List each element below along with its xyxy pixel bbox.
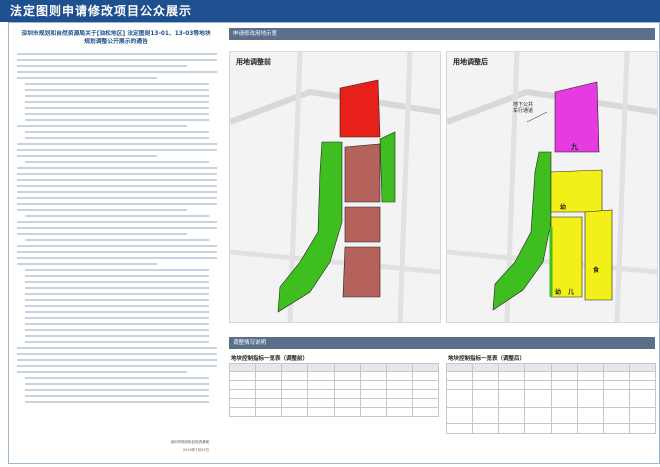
notice-body	[17, 53, 217, 407]
parcel-label-a: 九	[571, 143, 578, 151]
table-before	[228, 363, 440, 417]
notice-board: 深圳市规划和自然资源局关于[油松地区] 法定图则13-01、13-03等地块 规…	[8, 22, 660, 464]
parcel-label-d: 儿	[568, 289, 575, 296]
map-section-header: 申请修改用地示意	[229, 28, 655, 40]
notice-title-line-2: 规划调整公开展示的通告	[84, 39, 148, 45]
underground-passage-callout: 地下公共 车行通道	[513, 102, 533, 114]
notice-signature: 深圳市规划和自然资源局	[170, 440, 210, 444]
page-title: 法定图则申请修改项目公众展示	[10, 4, 193, 18]
parcel-commercial-2	[344, 206, 381, 243]
parcel-green-strip	[379, 131, 396, 203]
parcel-yellow-2	[550, 216, 583, 298]
parcel-yellow-3	[584, 209, 613, 301]
map-before: 用地调整前	[229, 51, 441, 323]
notice-title: 深圳市规划和自然资源局关于[油松地区] 法定图则13-01、13-03等地块 规…	[15, 30, 217, 46]
table-after	[445, 363, 657, 434]
notice-date: 2019年7月23日	[182, 448, 209, 452]
parcel-label-e: 食	[593, 267, 600, 274]
page-header: 法定图则申请修改项目公众展示	[0, 0, 660, 22]
notice-title-line-1: 深圳市规划和自然资源局关于[油松地区] 法定图则13-01、13-03等地块	[21, 31, 211, 37]
parcel-residential	[339, 79, 381, 138]
parcel-commercial-1	[344, 143, 381, 203]
notice-panel: 深圳市规划和自然资源局关于[油松地区] 法定图则13-01、13-03等地块 规…	[9, 23, 223, 463]
map-after-graphic	[447, 52, 657, 322]
map-before-graphic	[230, 52, 440, 322]
parcel-yellow-1	[550, 169, 603, 213]
map-after: 用地调整后 地下公共 车行通道 九 幼 幼 儿 食	[446, 51, 658, 323]
map-before-label: 用地调整前	[236, 58, 271, 66]
callout-line-2: 车行通道	[513, 108, 534, 114]
parcel-label-b: 幼	[560, 204, 567, 211]
table-after-title: 地块控制指标一览表（调整后）	[448, 356, 526, 362]
map-after-label: 用地调整后	[453, 58, 488, 66]
table-before-title: 地块控制指标一览表（调整前）	[231, 356, 309, 362]
table-section-header: 调整情况说明	[229, 337, 655, 349]
parcel-commercial-3	[342, 246, 381, 298]
parcel-label-c: 幼	[555, 289, 562, 296]
